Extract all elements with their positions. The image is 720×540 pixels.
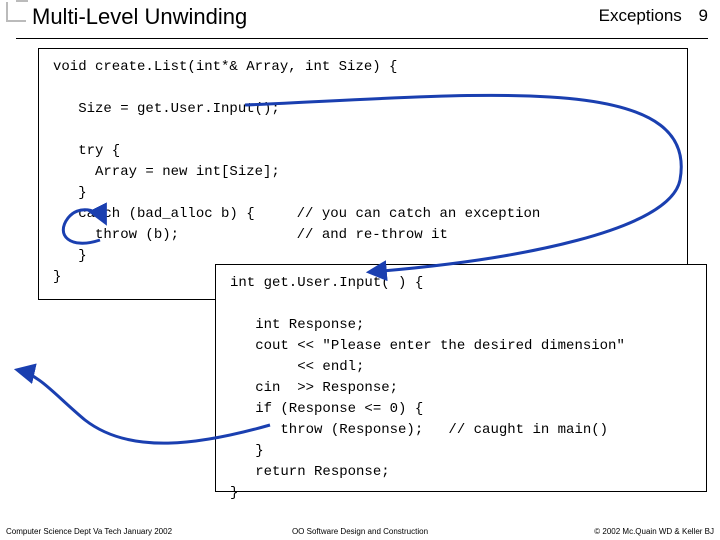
code-line: cin >> Response;: [230, 380, 398, 396]
code-box-createlist: void create.List(int*& Array, int Size) …: [38, 48, 688, 300]
slide: Multi-Level Unwinding Exceptions 9 void …: [0, 0, 720, 540]
page-number: 9: [699, 6, 708, 25]
dogear-icon: [6, 2, 26, 22]
slide-header-right: Exceptions 9: [599, 6, 708, 26]
code-line: if (Response <= 0) {: [230, 401, 423, 417]
code-line: void create.List(int*& Array, int Size) …: [53, 59, 397, 75]
section-label: Exceptions: [599, 6, 682, 25]
footer-right: © 2002 Mc.Quain WD & Keller BJ: [594, 527, 714, 536]
code-line: int get.User.Input( ) {: [230, 275, 423, 291]
code-line: throw (Response); // caught in main(): [230, 422, 608, 438]
code-line: Size = get.User.Input();: [53, 101, 280, 117]
code-line: throw (b); // and re-throw it: [53, 227, 448, 243]
code-line: }: [53, 185, 87, 201]
code-line: << endl;: [230, 359, 364, 375]
code-line: int Response;: [230, 317, 364, 333]
slide-footer: Computer Science Dept Va Tech January 20…: [0, 518, 720, 538]
code-line: cout << "Please enter the desired dimens…: [230, 338, 625, 354]
slide-header: Multi-Level Unwinding Exceptions 9: [0, 0, 720, 40]
code-line: }: [53, 248, 87, 264]
code-line: try {: [53, 143, 120, 159]
code-line: catch (bad_alloc b) { // you can catch a…: [53, 206, 540, 222]
code-line: }: [53, 269, 61, 285]
code-line: }: [230, 443, 264, 459]
header-rule: [16, 38, 708, 39]
code-line: return Response;: [230, 464, 390, 480]
code-line: }: [230, 485, 238, 501]
code-box-getuserinput: int get.User.Input( ) { int Response; co…: [215, 264, 707, 492]
code-line: Array = new int[Size];: [53, 164, 280, 180]
slide-title: Multi-Level Unwinding: [32, 4, 247, 30]
